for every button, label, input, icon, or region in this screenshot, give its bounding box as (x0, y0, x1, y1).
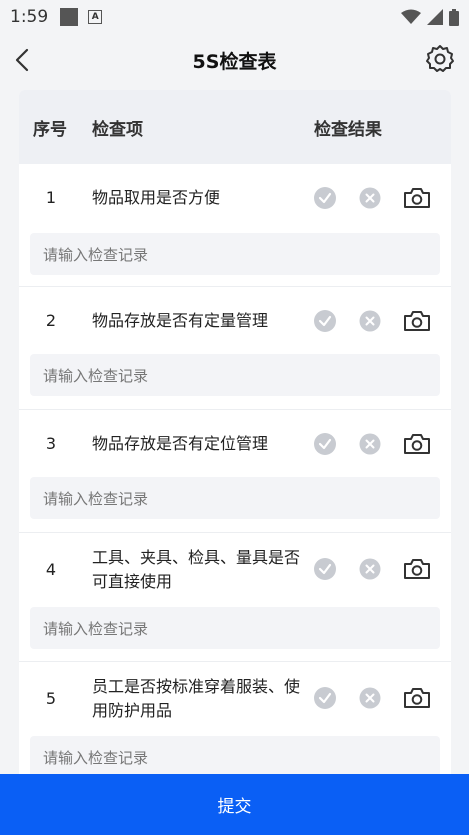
battery-icon (449, 8, 459, 26)
check-circle-icon[interactable] (313, 309, 337, 333)
close-circle-icon[interactable] (359, 187, 381, 209)
table-row: 2 物品存放是否有定量管理 请输入检查记录 (19, 287, 451, 410)
header-result: 检查结果 (314, 119, 382, 140)
row-no: 4 (45, 560, 57, 579)
check-table: 序号 检查项 检查结果 1 物品取用是否方便 请输入检查记录 2 物品存放是否有… (19, 90, 451, 774)
page-title: 5S检查表 (192, 50, 277, 73)
row-no: 3 (45, 434, 57, 453)
table-row: 1 物品取用是否方便 请输入检查记录 (19, 164, 451, 287)
a-icon: A (88, 10, 103, 24)
close-circle-icon[interactable] (359, 310, 381, 332)
row-item: 员工是否按标准穿着服装、使用防护用品 (92, 677, 301, 720)
row-item: 工具、夹具、检具、量具是否可直接使用 (92, 548, 301, 591)
check-circle-icon[interactable] (313, 686, 337, 710)
camera-icon[interactable] (403, 432, 431, 456)
notification-icon (60, 8, 79, 26)
row-item: 物品取用是否方便 (92, 188, 221, 207)
note-input[interactable]: 请输入检查记录 (30, 607, 440, 649)
check-circle-icon[interactable] (313, 432, 337, 456)
camera-icon[interactable] (403, 309, 431, 333)
row-item: 物品存放是否有定量管理 (92, 311, 269, 330)
wifi-icon (401, 9, 421, 24)
status-time: 1:59 (10, 7, 49, 27)
gear-icon[interactable] (425, 44, 455, 74)
row-no: 5 (45, 689, 57, 708)
header-item: 检查项 (92, 119, 143, 140)
table-row: 3 物品存放是否有定位管理 请输入检查记录 (19, 410, 451, 533)
table-row: 5 员工是否按标准穿着服装、使用防护用品 请输入检查记录 (19, 662, 451, 774)
camera-icon[interactable] (403, 557, 431, 581)
back-arrow-icon[interactable] (10, 46, 38, 74)
close-circle-icon[interactable] (359, 687, 381, 709)
row-no: 2 (45, 311, 57, 330)
camera-icon[interactable] (403, 686, 431, 710)
camera-icon[interactable] (403, 186, 431, 210)
status-bar: 1:59 A (0, 0, 469, 34)
header-no: 序号 (33, 119, 67, 140)
row-item: 物品存放是否有定位管理 (92, 434, 269, 453)
note-input[interactable]: 请输入检查记录 (30, 354, 440, 396)
table-row: 4 工具、夹具、检具、量具是否可直接使用 请输入检查记录 (19, 533, 451, 662)
app-header: 5S检查表 (0, 34, 469, 86)
note-input[interactable]: 请输入检查记录 (30, 233, 440, 275)
note-input[interactable]: 请输入检查记录 (30, 477, 440, 519)
table-header: 序号 检查项 检查结果 (19, 90, 451, 164)
check-circle-icon[interactable] (313, 186, 337, 210)
submit-button[interactable]: 提交 (0, 774, 469, 835)
close-circle-icon[interactable] (359, 433, 381, 455)
row-no: 1 (45, 188, 57, 207)
check-circle-icon[interactable] (313, 557, 337, 581)
close-circle-icon[interactable] (359, 558, 381, 580)
signal-icon (427, 9, 443, 25)
note-input[interactable]: 请输入检查记录 (30, 736, 440, 774)
